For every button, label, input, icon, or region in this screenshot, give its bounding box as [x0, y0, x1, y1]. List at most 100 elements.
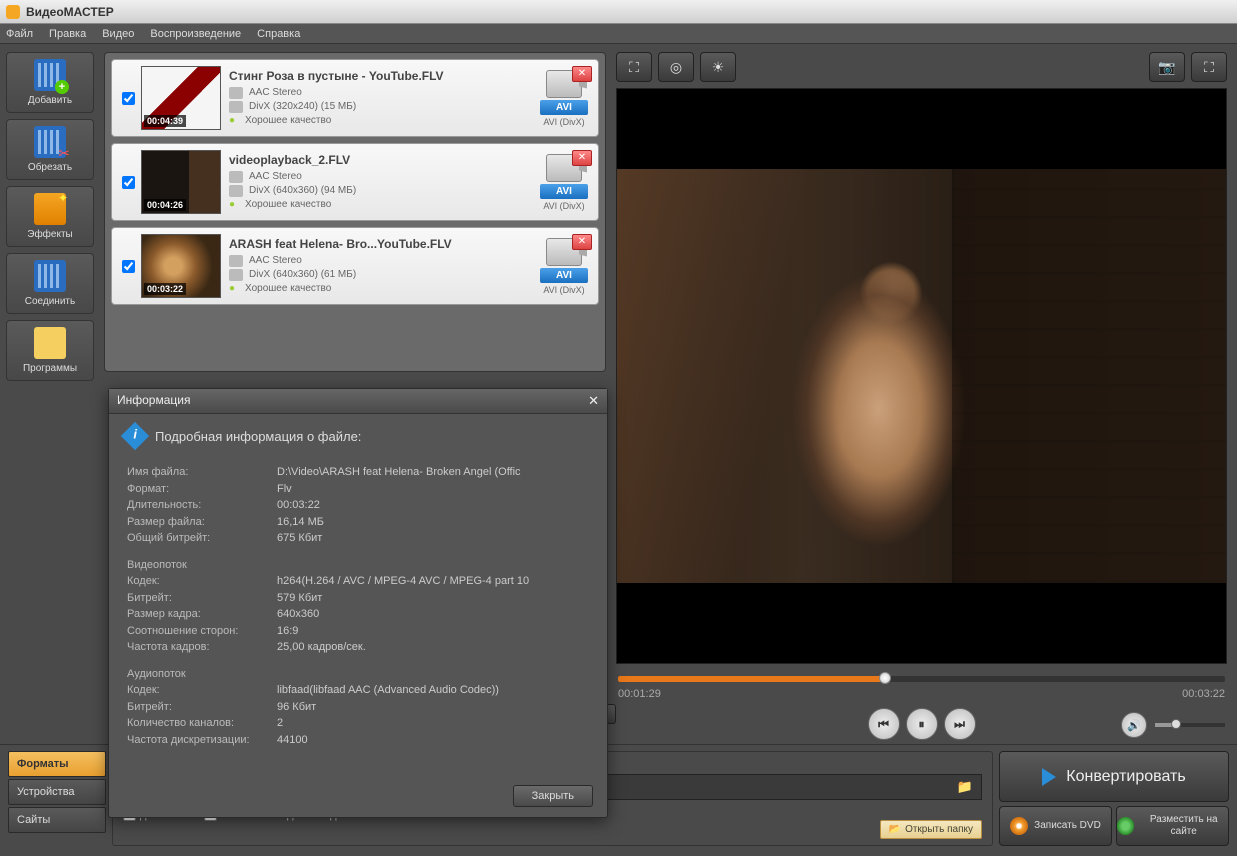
crop-button[interactable]: ⛶: [616, 52, 652, 82]
titlebar: ВидеоМАСТЕР: [0, 0, 1237, 24]
wand-icon: [34, 193, 66, 225]
format-label: AVI: [540, 100, 588, 115]
disc-icon: [1010, 817, 1028, 835]
volume-slider[interactable]: [1155, 723, 1225, 727]
video-frame: [617, 169, 1226, 582]
enhance-button[interactable]: ◎: [658, 52, 694, 82]
seek-bar[interactable]: [618, 676, 1225, 682]
info-value: 25,00 кадров/сек.: [277, 639, 589, 656]
open-folder-button[interactable]: 📂 Открыть папку: [880, 820, 982, 839]
info-key: Битрейт:: [127, 699, 277, 716]
file-audio: AAC Stereo: [249, 87, 302, 98]
sidebar-join-button[interactable]: Соединить: [6, 253, 94, 314]
file-duration: 00:04:26: [144, 199, 186, 211]
format-sub: AVI (DivX): [540, 117, 588, 127]
convert-button[interactable]: Конвертировать: [999, 751, 1229, 802]
film-add-icon: [34, 59, 66, 91]
file-remove-button[interactable]: ✕: [572, 66, 592, 82]
tab-formats[interactable]: Форматы: [8, 751, 106, 777]
info-key: Битрейт:: [127, 590, 277, 607]
sidebar-effects-button[interactable]: Эффекты: [6, 186, 94, 247]
file-checkbox[interactable]: [122, 92, 135, 105]
sidebar-trim-button[interactable]: Обрезать: [6, 119, 94, 180]
file-row[interactable]: 00:03:22ARASH feat Helena- Bro...YouTube…: [111, 227, 599, 305]
next-button[interactable]: ⏭: [944, 708, 976, 740]
sidebar-add-button[interactable]: Добавить: [6, 52, 94, 113]
sidebar-programs-button[interactable]: Программы: [6, 320, 94, 381]
seek-knob[interactable]: [879, 672, 891, 684]
menu-playback[interactable]: Воспроизведение: [150, 28, 241, 40]
seek-fill: [618, 676, 885, 682]
file-checkbox[interactable]: [122, 260, 135, 273]
burn-dvd-button[interactable]: Записать DVD: [999, 806, 1112, 846]
sidebar-join-label: Соединить: [25, 296, 75, 307]
sidebar-add-label: Добавить: [28, 95, 72, 106]
info-subtitle: Подробная информация о файле:: [155, 429, 361, 444]
player-panel: ⛶ ◎ ☀ 📷 ⛶ 00:01:29 00:03:22 ⏮ ⏸ ⏭ 🔊: [610, 44, 1237, 744]
info-key: Частота дискретизации:: [127, 732, 277, 749]
sidebar-programs-label: Программы: [23, 363, 77, 374]
file-info: videoplayback_2.FLVAAC StereoDivX (640x3…: [221, 153, 540, 212]
file-audio: AAC Stereo: [249, 255, 302, 266]
file-name: Стинг Роза в пустыне - YouTube.FLV: [229, 69, 540, 83]
menu-video[interactable]: Видео: [102, 28, 134, 40]
browse-folder-icon[interactable]: 📁: [957, 779, 973, 795]
file-checkbox[interactable]: [122, 176, 135, 189]
pause-button[interactable]: ⏸: [906, 708, 938, 740]
info-value: 96 Кбит: [277, 699, 589, 716]
file-row[interactable]: 00:04:39Стинг Роза в пустыне - YouTube.F…: [111, 59, 599, 137]
tag-icon: [34, 327, 66, 359]
app-title: ВидеоМАСТЕР: [26, 5, 114, 19]
audio-icon: [229, 171, 243, 183]
menu-help[interactable]: Справка: [257, 28, 300, 40]
snapshot-button[interactable]: 📷: [1149, 52, 1185, 82]
info-value: h264(H.264 / AVC / MPEG-4 AVC / MPEG-4 p…: [277, 573, 589, 590]
globe-icon: [1117, 817, 1134, 835]
prev-button[interactable]: ⏮: [868, 708, 900, 740]
audio-icon: [229, 87, 243, 99]
format-label: AVI: [540, 268, 588, 283]
file-info: Стинг Роза в пустыне - YouTube.FLV AAC St…: [221, 69, 540, 128]
tab-sites[interactable]: Сайты: [8, 807, 106, 833]
app-logo-icon: [6, 5, 20, 19]
format-tabs: Форматы Устройства Сайты: [8, 751, 106, 846]
info-key: Размер файла:: [127, 514, 277, 531]
menu-edit[interactable]: Правка: [49, 28, 86, 40]
info-key: Соотношение сторон:: [127, 623, 277, 640]
format-label: AVI: [540, 184, 588, 199]
info-close-icon[interactable]: ✕: [588, 393, 599, 409]
menubar: Файл Правка Видео Воспроизведение Справк…: [0, 24, 1237, 44]
volume-icon[interactable]: 🔊: [1121, 712, 1147, 738]
file-thumbnail: 00:04:39: [141, 66, 221, 130]
tab-devices[interactable]: Устройства: [8, 779, 106, 805]
file-name: videoplayback_2.FLV: [229, 153, 540, 167]
file-info: ARASH feat Helena- Bro...YouTube.FLV AAC …: [221, 237, 540, 296]
file-quality: Хорошее качество: [229, 283, 540, 294]
file-remove-button[interactable]: ✕: [572, 234, 592, 250]
film-cut-icon: [34, 126, 66, 158]
video-icon: [229, 185, 243, 197]
info-value: 675 Кбит: [277, 530, 589, 547]
audio-icon: [229, 255, 243, 267]
info-close-button[interactable]: Закрыть: [513, 785, 593, 807]
info-key: Общий битрейт:: [127, 530, 277, 547]
file-remove-button[interactable]: ✕: [572, 150, 592, 166]
info-value: Flv: [277, 481, 589, 498]
brightness-button[interactable]: ☀: [700, 52, 736, 82]
info-section-audio: Аудиопоток: [127, 666, 589, 683]
info-value: 2: [277, 715, 589, 732]
file-name: ARASH feat Helena- Bro...YouTube.FLV: [229, 237, 540, 251]
file-row[interactable]: 00:04:26 videoplayback_2.FLVAAC StereoDiv…: [111, 143, 599, 221]
play-arrow-icon: [1042, 768, 1056, 786]
info-section-video: Видеопоток: [127, 557, 589, 574]
upload-button[interactable]: Разместить на сайте: [1116, 806, 1229, 846]
info-icon: [121, 422, 149, 450]
info-value: 16,14 МБ: [277, 514, 589, 531]
menu-file[interactable]: Файл: [6, 28, 33, 40]
fullscreen-button[interactable]: ⛶: [1191, 52, 1227, 82]
info-key: Формат:: [127, 481, 277, 498]
video-preview[interactable]: [616, 88, 1227, 664]
info-title: Информация: [117, 393, 190, 409]
file-quality: Хорошее качество: [229, 115, 540, 126]
file-quality: Хорошее качество: [229, 199, 540, 210]
